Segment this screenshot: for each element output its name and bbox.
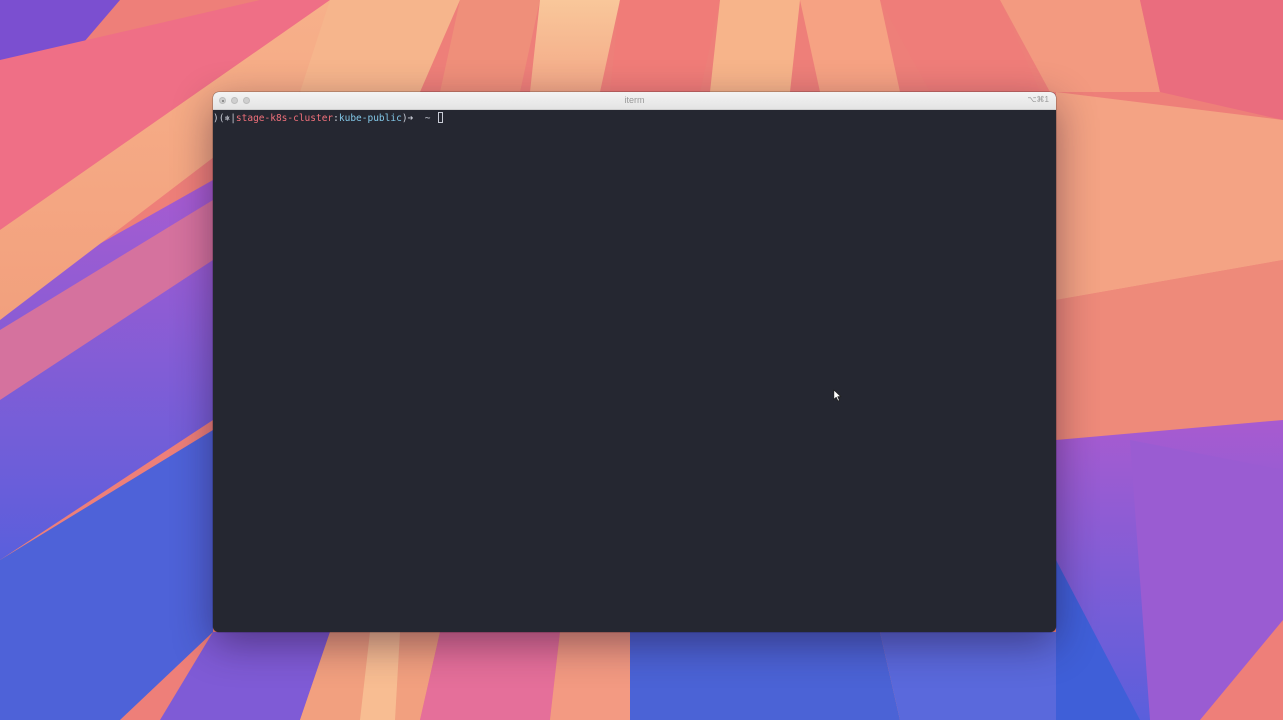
text-cursor: [438, 112, 444, 123]
terminal-window[interactable]: iterm ⌥⌘1 )(⎈|stage-k8s-cluster:kube-pub…: [213, 92, 1056, 632]
window-title: iterm: [624, 95, 645, 105]
window-titlebar[interactable]: iterm ⌥⌘1: [213, 92, 1056, 110]
shell-prompt: )(⎈|stage-k8s-cluster:kube-public)➜ ~: [213, 112, 444, 124]
namespace-name: kube-public: [338, 113, 402, 124]
prompt-prefix: )(: [213, 113, 225, 124]
terminal-content[interactable]: )(⎈|stage-k8s-cluster:kube-public)➜ ~: [213, 110, 1056, 632]
current-directory: ~: [413, 113, 437, 124]
window-shortcut-label: ⌥⌘1: [1027, 95, 1049, 104]
mouse-pointer-icon: [833, 389, 842, 402]
cluster-name: stage-k8s-cluster: [235, 113, 334, 124]
